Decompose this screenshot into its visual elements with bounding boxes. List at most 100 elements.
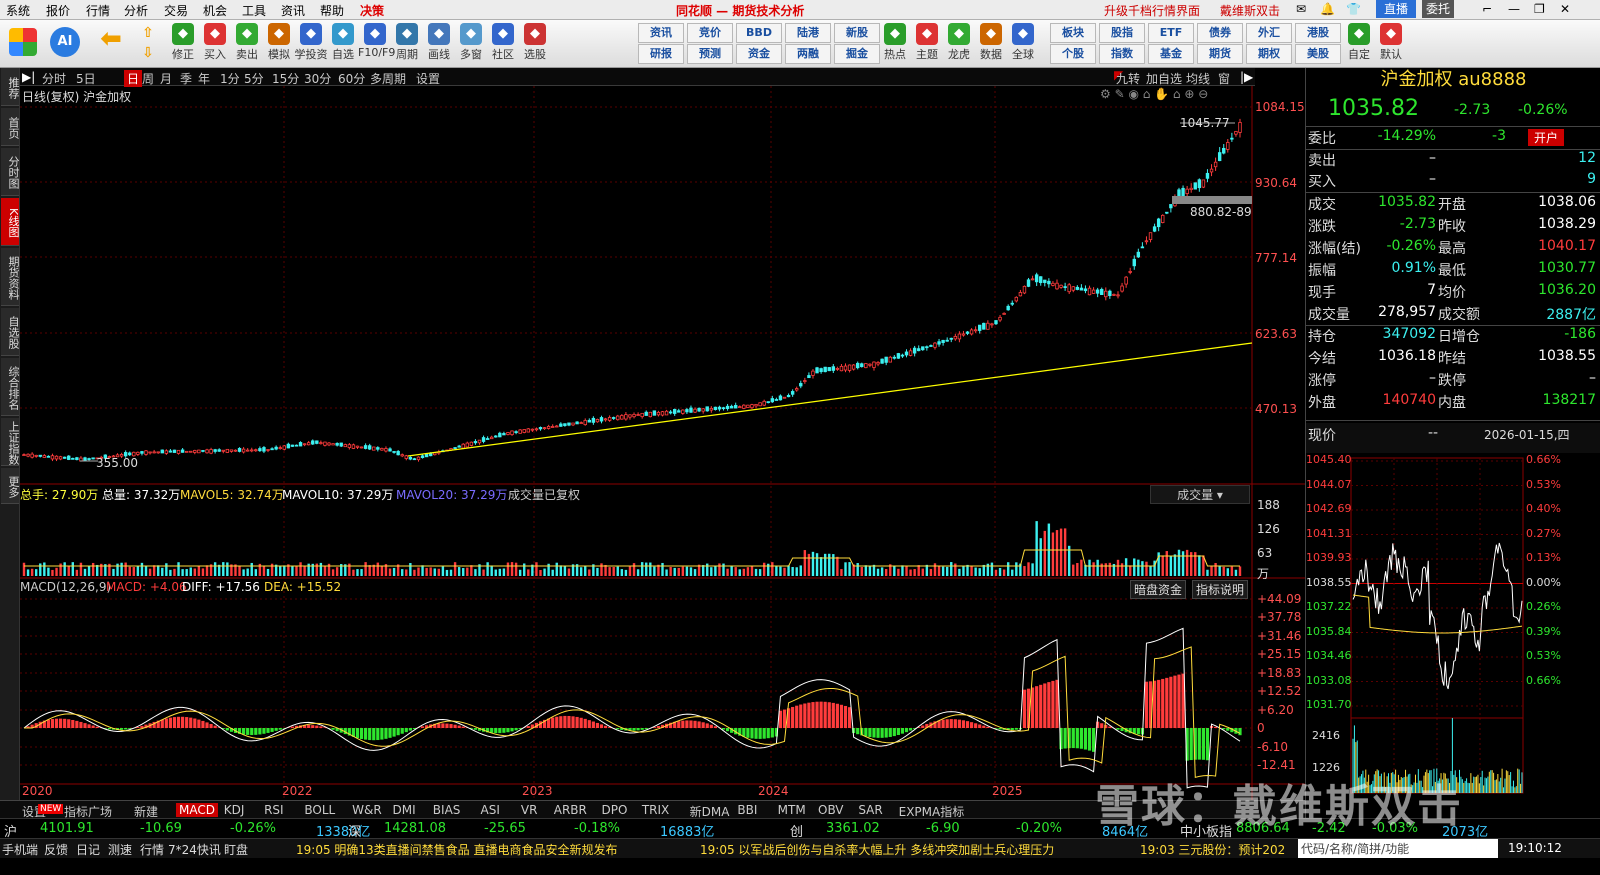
quick-button[interactable]: 资讯: [638, 23, 684, 43]
indicator-tab-3[interactable]: MACD: [176, 803, 218, 817]
quick-button[interactable]: 两融: [785, 44, 831, 64]
quick-button[interactable]: 陆港: [785, 23, 831, 43]
period-10[interactable]: 30分: [304, 70, 331, 87]
menu-market[interactable]: 行情: [86, 2, 110, 19]
shirt-icon[interactable]: 👕: [1346, 2, 1361, 16]
user-name[interactable]: 戴维斯双击: [1220, 2, 1280, 19]
hot-button[interactable]: ◆ 热点: [878, 22, 912, 66]
period-right-window[interactable]: 窗: [1218, 70, 1230, 87]
globe-button[interactable]: ◆ 全球: [1006, 22, 1040, 66]
learn-button[interactable]: ◆ 学投资: [294, 22, 328, 66]
period-right-ma[interactable]: 均线: [1186, 70, 1210, 87]
menu-quote[interactable]: 报价: [46, 2, 70, 19]
trust-button[interactable]: 委托: [1422, 0, 1455, 18]
indicator-tab-12[interactable]: ARBR: [554, 803, 587, 817]
data-button[interactable]: ◆ 数据: [974, 22, 1008, 66]
quick-button[interactable]: ETF: [1148, 23, 1194, 43]
menu-system[interactable]: 系统: [6, 2, 30, 19]
period-9[interactable]: 15分: [272, 70, 299, 87]
indicator-tab-7[interactable]: W&R: [352, 803, 382, 817]
left-tab-4[interactable]: 期货资料: [1, 248, 20, 306]
left-tab-8[interactable]: 更多: [1, 468, 20, 504]
quick-button[interactable]: 债券: [1197, 23, 1243, 43]
theme-button[interactable]: ◆ 主题: [910, 22, 944, 66]
period-6[interactable]: 年: [198, 70, 210, 87]
indicator-tab-17[interactable]: MTM: [778, 803, 806, 817]
volume-dropdown[interactable]: 成交量 ▾: [1150, 485, 1250, 504]
menu-chance[interactable]: 机会: [203, 2, 227, 19]
quick-button[interactable]: 美股: [1295, 44, 1341, 64]
left-tab-3[interactable]: K线图: [1, 198, 20, 246]
quick-button[interactable]: 外汇: [1246, 23, 1292, 43]
quick-button[interactable]: 期货: [1197, 44, 1243, 64]
news-left-3[interactable]: 测速: [108, 841, 132, 858]
kline-chart-area[interactable]: 日线(复权) 沪金加权 ⚙ ✎ ◉ ⌂ ✋ ⌂ ⊕ ⊖ 总手: 27.90万 总…: [20, 86, 1305, 800]
period-13[interactable]: 设置: [416, 70, 440, 87]
news-left-0[interactable]: 手机端: [2, 841, 38, 858]
chart-tool-icons[interactable]: ⚙ ✎ ◉ ⌂ ✋ ⌂ ⊕ ⊖: [1100, 87, 1208, 101]
period-0[interactable]: 分时: [42, 70, 66, 87]
news-item-1[interactable]: 19:05 明确13类直播间禁售食品 直播电商食品安全新规发布: [296, 841, 617, 858]
left-tab-0[interactable]: 推荐: [1, 68, 20, 106]
period-5[interactable]: 季: [180, 70, 192, 87]
quick-button[interactable]: 基金: [1148, 44, 1194, 64]
news-item-3[interactable]: 19:03 三元股份：预计202: [1140, 841, 1300, 858]
minimize-icon[interactable]: —: [1508, 2, 1520, 16]
quick-button[interactable]: 研报: [638, 44, 684, 64]
left-tab-5[interactable]: 自选股: [1, 308, 20, 356]
menu-analysis[interactable]: 分析: [124, 2, 148, 19]
star-button[interactable]: ◆ 自选: [326, 22, 360, 66]
period-8[interactable]: 5分: [244, 70, 264, 87]
quick-button[interactable]: 个股: [1050, 44, 1096, 64]
quick-button[interactable]: 资金: [736, 44, 782, 64]
back-arrow-icon[interactable]: ⬅: [94, 22, 128, 66]
indicator-tab-14[interactable]: TRIX: [642, 803, 669, 817]
left-tab-7[interactable]: 上证指数: [1, 418, 20, 466]
period-11[interactable]: 60分: [338, 70, 365, 87]
quick-button[interactable]: 股指: [1099, 23, 1145, 43]
news-left-6[interactable]: 盯盘: [224, 841, 248, 858]
play-icon[interactable]: ▶|: [22, 70, 35, 84]
layout-icon[interactable]: [6, 22, 40, 66]
indicator-tab-6[interactable]: BOLL: [304, 803, 335, 817]
quick-button[interactable]: 竞价: [687, 23, 733, 43]
left-tab-2[interactable]: 分时图: [1, 148, 20, 196]
dragon-button[interactable]: ◆ 龙虎: [942, 22, 976, 66]
custom-button[interactable]: ◆ 自定: [1342, 22, 1376, 66]
end-icon[interactable]: |▶: [1240, 70, 1253, 84]
period-7[interactable]: 1分: [220, 70, 240, 87]
period-right-add-watch[interactable]: 加自选: [1146, 70, 1182, 87]
quick-button[interactable]: 期权: [1246, 44, 1292, 64]
indicator-help-button[interactable]: 指标说明: [1192, 580, 1249, 599]
ai-icon[interactable]: AI: [48, 22, 82, 66]
indicator-tab-8[interactable]: DMI: [392, 803, 415, 817]
period-4[interactable]: 月: [160, 70, 172, 87]
close-icon[interactable]: ✕: [1560, 2, 1570, 16]
pick-stock-button[interactable]: ◆ 选股: [518, 22, 552, 66]
refresh-button[interactable]: ◆ 修正: [166, 22, 200, 66]
open-account-button[interactable]: 开户: [1528, 129, 1565, 146]
multiwindow-button[interactable]: ◆ 多窗: [454, 22, 488, 66]
f10-button[interactable]: ◆ F10/F9: [358, 22, 395, 66]
maximize-icon[interactable]: ❐: [1534, 2, 1545, 16]
upgrade-link[interactable]: 升级千档行情界面: [1104, 2, 1200, 19]
indicator-tab-19[interactable]: SAR: [858, 803, 882, 817]
left-tab-1[interactable]: 首页: [1, 108, 20, 146]
indicator-tab-10[interactable]: ASI: [481, 803, 500, 817]
period-12[interactable]: 多周期: [370, 70, 406, 87]
left-tab-6[interactable]: 综合排名: [1, 358, 20, 416]
news-item-2[interactable]: 19:05 以军战后创伤与自杀率大幅上升 多线冲突加剧士兵心理压力: [700, 841, 1054, 858]
news-left-5[interactable]: 7*24快讯: [168, 841, 221, 858]
quick-button[interactable]: 板块: [1050, 23, 1096, 43]
indicator-tab-9[interactable]: BIAS: [433, 803, 461, 817]
home-button[interactable]: ◆ 默认: [1374, 22, 1408, 66]
pin-icon[interactable]: ⌐: [1482, 2, 1492, 16]
menu-trade[interactable]: 交易: [164, 2, 188, 19]
period-button[interactable]: ◆ 周期: [390, 22, 424, 66]
quick-button[interactable]: 掘金: [834, 44, 880, 64]
simulate-button[interactable]: ◆ 模拟: [262, 22, 296, 66]
period-right-jiuzhuan[interactable]: 九转: [1116, 70, 1140, 87]
indicator-tab-16[interactable]: BBI: [737, 803, 757, 817]
news-left-4[interactable]: 行情: [140, 841, 164, 858]
community-button[interactable]: ◆ 社区: [486, 22, 520, 66]
